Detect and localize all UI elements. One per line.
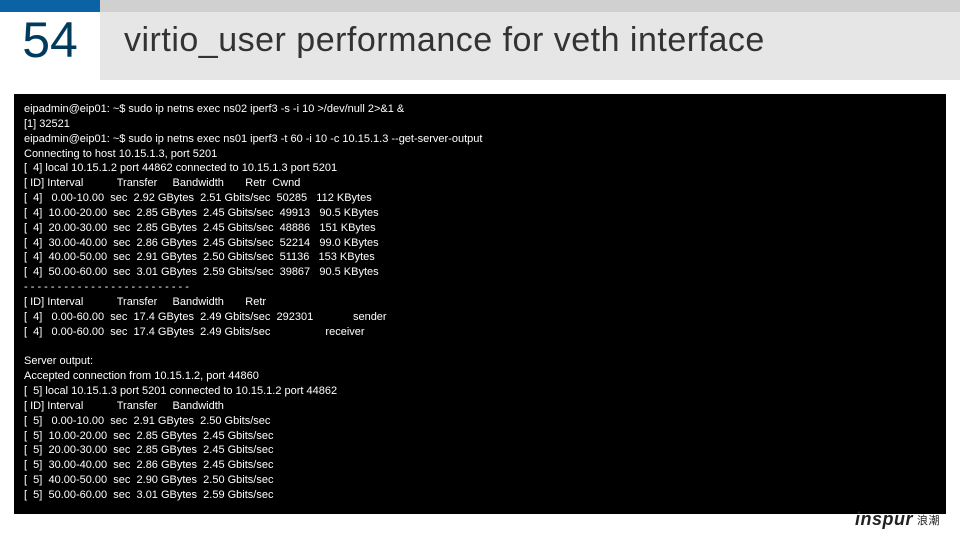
logo-cn: 浪潮 [917,515,940,527]
terminal-output: eipadmin@eip01: ~$ sudo ip netns exec ns… [14,94,946,514]
footer-logo: inspur 浪潮 [855,509,940,530]
accent-bar [0,0,100,12]
slide-number: 54 [0,0,100,80]
title-wrap: virtio_user performance for veth interfa… [100,0,960,80]
logo-text: inspur [855,509,913,529]
slide-title: virtio_user performance for veth interfa… [124,21,765,60]
header: 54 virtio_user performance for veth inte… [0,0,960,80]
